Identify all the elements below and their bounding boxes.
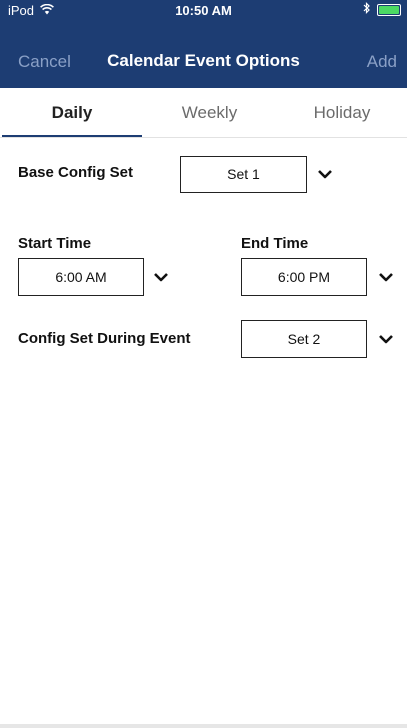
battery-charging-icon (377, 3, 401, 16)
top-bar: iPod 10:50 AM Cancel Calendar Event Opti… (0, 0, 407, 88)
tab-daily[interactable]: Daily (2, 90, 142, 138)
status-time: 10:50 AM (175, 3, 232, 18)
base-config-select[interactable]: Set 1 (180, 156, 307, 193)
chevron-down-icon[interactable] (378, 333, 394, 345)
status-bar: iPod 10:50 AM (0, 0, 407, 22)
event-config-label: Config Set During Event (18, 330, 191, 347)
tab-weekly[interactable]: Weekly (142, 90, 277, 138)
end-time-label: End Time (241, 235, 309, 252)
base-config-label: Base Config Set (18, 164, 134, 181)
bottom-divider (0, 724, 407, 728)
start-time-label: Start Time (18, 235, 92, 252)
chevron-down-icon[interactable] (317, 168, 333, 180)
tab-bar: Daily Weekly Holiday (0, 90, 407, 138)
page-title: Calendar Event Options (107, 51, 300, 70)
nav-bar: Cancel Calendar Event Options Add (0, 44, 407, 80)
event-config-select[interactable]: Set 2 (241, 320, 367, 358)
end-time-select[interactable]: 6:00 PM (241, 258, 367, 296)
bluetooth-icon (363, 2, 371, 17)
tab-holiday[interactable]: Holiday (277, 90, 407, 138)
chevron-down-icon[interactable] (153, 271, 169, 283)
add-button[interactable]: Add (367, 52, 397, 72)
tab-divider (0, 137, 407, 138)
chevron-down-icon[interactable] (378, 271, 394, 283)
start-time-select[interactable]: 6:00 AM (18, 258, 144, 296)
status-right (363, 2, 401, 17)
